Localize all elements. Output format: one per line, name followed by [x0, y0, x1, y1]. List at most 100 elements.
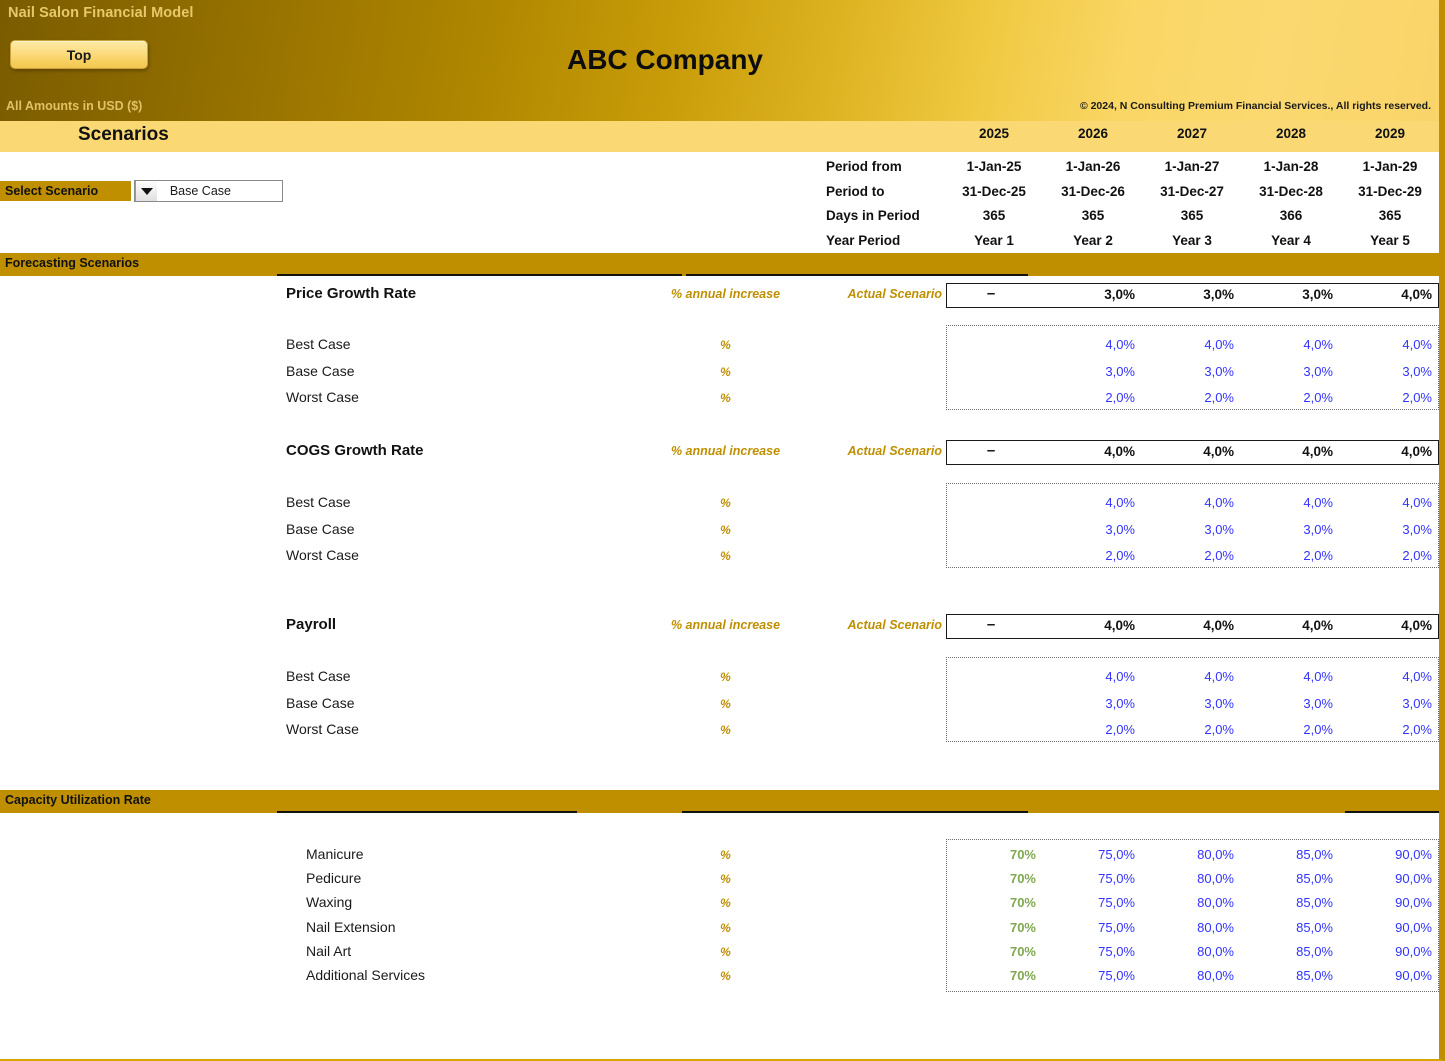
- case-input-cell[interactable]: 2,0%: [1342, 548, 1438, 563]
- case-unit-label: %: [720, 522, 731, 537]
- capacity-input-cell[interactable]: 80,0%: [1144, 871, 1240, 886]
- case-row-label: Worst Case: [286, 547, 359, 563]
- capacity-input-cell[interactable]: 70%: [946, 968, 1042, 983]
- case-input-cell[interactable]: 2,0%: [1243, 722, 1339, 737]
- case-input-cell[interactable]: 3,0%: [1045, 364, 1141, 379]
- capacity-input-cell[interactable]: 70%: [946, 895, 1042, 910]
- section-bar-forecasting-label: Forecasting Scenarios: [5, 256, 140, 270]
- capacity-input-cell[interactable]: 90,0%: [1342, 895, 1438, 910]
- capacity-input-cell[interactable]: 85,0%: [1243, 895, 1339, 910]
- section-bar-capacity: Capacity Utilization Rate: [0, 790, 1439, 813]
- period-row-label: Period to: [826, 183, 885, 199]
- case-input-cell[interactable]: 4,0%: [1243, 495, 1339, 510]
- case-input-cell[interactable]: 4,0%: [1342, 495, 1438, 510]
- case-row-label: Best Case: [286, 494, 351, 510]
- case-input-cell[interactable]: 2,0%: [1144, 722, 1240, 737]
- case-input-cell[interactable]: 3,0%: [1045, 522, 1141, 537]
- capacity-input-cell[interactable]: 90,0%: [1342, 968, 1438, 983]
- actual-scenario-value: 4,0%: [1302, 444, 1333, 459]
- case-input-cell[interactable]: 2,0%: [1243, 548, 1339, 563]
- case-input-cell[interactable]: 3,0%: [1144, 522, 1240, 537]
- case-input-cell[interactable]: 3,0%: [1045, 696, 1141, 711]
- capacity-rule-b: [682, 811, 1028, 813]
- period-cell: 1-Jan-26: [1065, 159, 1121, 174]
- case-row-label: Worst Case: [286, 389, 359, 405]
- case-input-cell[interactable]: 4,0%: [1144, 495, 1240, 510]
- scenario-dropdown-value: Base Case: [169, 184, 231, 198]
- capacity-input-cell[interactable]: 80,0%: [1144, 847, 1240, 862]
- case-input-cell[interactable]: 2,0%: [1243, 390, 1339, 405]
- case-input-cell[interactable]: 4,0%: [1045, 669, 1141, 684]
- capacity-input-cell[interactable]: 90,0%: [1342, 847, 1438, 862]
- case-row-label: Best Case: [286, 668, 351, 684]
- case-input-cell[interactable]: 2,0%: [1144, 548, 1240, 563]
- case-input-cell[interactable]: 4,0%: [1243, 337, 1339, 352]
- capacity-row-label: Pedicure: [306, 870, 362, 887]
- case-input-cell[interactable]: 3,0%: [1342, 364, 1438, 379]
- capacity-unit-label: %: [720, 944, 731, 959]
- actual-scenario-value: –: [986, 442, 996, 459]
- capacity-input-cell[interactable]: 70%: [946, 944, 1042, 959]
- case-input-cell[interactable]: 4,0%: [1045, 495, 1141, 510]
- capacity-input-cell[interactable]: 75,0%: [1045, 968, 1141, 983]
- capacity-input-cell[interactable]: 70%: [946, 847, 1042, 862]
- capacity-input-cell[interactable]: 90,0%: [1342, 920, 1438, 935]
- case-input-cell[interactable]: 3,0%: [1342, 522, 1438, 537]
- capacity-input-cell[interactable]: 85,0%: [1243, 968, 1339, 983]
- case-input-cell[interactable]: 3,0%: [1144, 364, 1240, 379]
- case-input-cell[interactable]: 3,0%: [1144, 696, 1240, 711]
- actual-scenario-value: 3,0%: [1302, 287, 1333, 302]
- scenario-dropdown[interactable]: Base Case: [134, 180, 283, 202]
- actual-scenario-value: 4,0%: [1104, 444, 1135, 459]
- case-input-cell[interactable]: 3,0%: [1342, 696, 1438, 711]
- capacity-input-cell[interactable]: 90,0%: [1342, 944, 1438, 959]
- period-cell: 31-Dec-29: [1358, 183, 1422, 199]
- capacity-input-cell[interactable]: 85,0%: [1243, 944, 1339, 959]
- capacity-input-cell[interactable]: 80,0%: [1144, 944, 1240, 959]
- capacity-input-cell[interactable]: 85,0%: [1243, 847, 1339, 862]
- capacity-input-cell[interactable]: 75,0%: [1045, 847, 1141, 862]
- capacity-input-cell[interactable]: 85,0%: [1243, 920, 1339, 935]
- case-input-cell[interactable]: 2,0%: [1045, 548, 1141, 563]
- case-input-cell[interactable]: 4,0%: [1144, 669, 1240, 684]
- capacity-unit-label: %: [720, 848, 731, 862]
- case-unit-label: %: [720, 670, 731, 684]
- case-input-cell[interactable]: 4,0%: [1342, 337, 1438, 352]
- capacity-input-cell[interactable]: 75,0%: [1045, 871, 1141, 886]
- case-input-cell[interactable]: 2,0%: [1342, 722, 1438, 737]
- copyright-notice: © 2024, N Consulting Premium Financial S…: [1079, 100, 1431, 112]
- case-input-cell[interactable]: 2,0%: [1045, 390, 1141, 405]
- capacity-input-cell[interactable]: 80,0%: [1144, 920, 1240, 935]
- capacity-input-cell[interactable]: 70%: [946, 920, 1042, 935]
- case-row-label: Worst Case: [286, 721, 359, 737]
- case-input-cell[interactable]: 4,0%: [1243, 669, 1339, 684]
- case-unit-label: %: [720, 549, 731, 563]
- capacity-input-cell[interactable]: 90,0%: [1342, 871, 1438, 886]
- case-input-cell[interactable]: 3,0%: [1243, 696, 1339, 711]
- capacity-input-cell[interactable]: 70%: [946, 871, 1042, 886]
- case-input-cell[interactable]: 2,0%: [1045, 722, 1141, 737]
- capacity-input-cell[interactable]: 85,0%: [1243, 871, 1339, 886]
- year-column-header: 2027: [1176, 126, 1208, 141]
- case-input-cell[interactable]: 2,0%: [1144, 390, 1240, 405]
- group-title: Payroll: [286, 616, 337, 633]
- capacity-input-cell[interactable]: 75,0%: [1045, 920, 1141, 935]
- group-unit-label: % annual increase: [670, 287, 781, 301]
- case-input-cell[interactable]: 4,0%: [1144, 337, 1240, 352]
- case-row-label: Base Case: [286, 694, 355, 711]
- period-cell: Year 4: [1271, 232, 1311, 248]
- case-input-cell[interactable]: 4,0%: [1342, 669, 1438, 684]
- actual-scenario-value: 3,0%: [1104, 287, 1135, 302]
- section-rule-a: [277, 274, 682, 276]
- capacity-input-cell[interactable]: 80,0%: [1144, 895, 1240, 910]
- case-input-cell[interactable]: 3,0%: [1243, 364, 1339, 379]
- capacity-row-label: Manicure: [306, 846, 364, 862]
- capacity-input-cell[interactable]: 75,0%: [1045, 944, 1141, 959]
- case-input-cell[interactable]: 3,0%: [1243, 522, 1339, 537]
- case-input-cell[interactable]: 2,0%: [1342, 390, 1438, 405]
- capacity-input-cell[interactable]: 80,0%: [1144, 968, 1240, 983]
- case-input-cell[interactable]: 4,0%: [1045, 337, 1141, 352]
- case-row-label: Best Case: [286, 336, 351, 352]
- period-cell: 365: [1081, 208, 1105, 223]
- capacity-input-cell[interactable]: 75,0%: [1045, 895, 1141, 910]
